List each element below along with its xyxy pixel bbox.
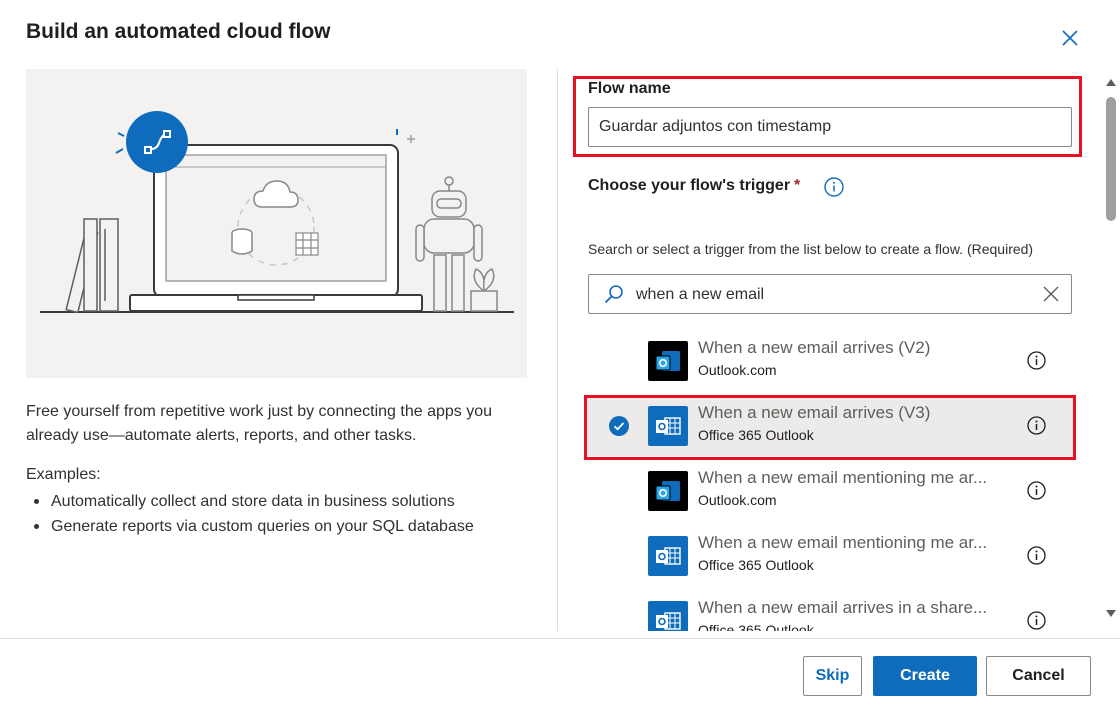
selected-check-icon bbox=[608, 415, 630, 437]
cancel-button[interactable]: Cancel bbox=[986, 656, 1091, 696]
scrollbar[interactable] bbox=[1103, 69, 1120, 631]
trigger-connector: Office 365 Outlook bbox=[698, 427, 814, 443]
office365-outlook-icon bbox=[648, 536, 688, 576]
info-icon[interactable] bbox=[823, 176, 845, 198]
trigger-name: When a new email mentioning me ar... bbox=[698, 468, 988, 487]
description-text: Free yourself from repetitive work just … bbox=[26, 403, 492, 444]
flow-name-input[interactable] bbox=[588, 107, 1072, 147]
scroll-down-arrow-icon[interactable] bbox=[1106, 610, 1116, 617]
trigger-name: When a new email arrives (V3) bbox=[698, 403, 931, 422]
example-item: Automatically collect and store data in … bbox=[26, 489, 474, 514]
trigger-item[interactable]: When a new email mentioning me ar... Out… bbox=[586, 461, 1074, 521]
office365-outlook-icon bbox=[648, 601, 688, 631]
footer-divider bbox=[0, 638, 1120, 639]
office365-outlook-icon bbox=[648, 406, 688, 446]
required-marker: * bbox=[794, 177, 801, 194]
trigger-connector: Outlook.com bbox=[698, 362, 777, 378]
trigger-label: Choose your flow's trigger * bbox=[588, 177, 800, 195]
search-icon bbox=[603, 284, 625, 306]
flow-name-label: Flow name bbox=[588, 80, 671, 97]
trigger-connector: Outlook.com bbox=[698, 492, 777, 508]
trigger-connector: Office 365 Outlook bbox=[698, 622, 814, 631]
trigger-search-box bbox=[588, 274, 1072, 314]
trigger-label-text: Choose your flow's trigger bbox=[588, 177, 791, 194]
dialog-title: Build an automated cloud flow bbox=[26, 20, 331, 43]
scroll-thumb[interactable] bbox=[1106, 97, 1116, 221]
trigger-connector: Office 365 Outlook bbox=[698, 557, 814, 573]
examples-heading: Examples: bbox=[26, 466, 101, 483]
example-item: Generate reports via custom queries on y… bbox=[26, 514, 474, 539]
trigger-helper-text: Search or select a trigger from the list… bbox=[588, 241, 1034, 257]
trigger-item-selected[interactable]: When a new email arrives (V3) Office 365… bbox=[586, 396, 1074, 456]
clear-search-icon[interactable] bbox=[1042, 285, 1060, 303]
trigger-info-icon[interactable] bbox=[1026, 350, 1047, 371]
trigger-info-icon[interactable] bbox=[1026, 480, 1047, 501]
trigger-item[interactable]: When a new email mentioning me ar... Off… bbox=[586, 526, 1074, 586]
trigger-info-icon[interactable] bbox=[1026, 610, 1047, 631]
flow-illustration bbox=[26, 69, 527, 378]
create-button[interactable]: Create bbox=[873, 656, 977, 696]
trigger-name: When a new email arrives (V2) bbox=[698, 338, 931, 357]
outlook-com-icon bbox=[648, 341, 688, 381]
trigger-search-input[interactable] bbox=[634, 283, 1028, 307]
close-icon[interactable] bbox=[1058, 26, 1082, 50]
trigger-pane: Flow name Choose your flow's trigger* Se… bbox=[570, 69, 1100, 631]
trigger-info-icon[interactable] bbox=[1026, 545, 1047, 566]
trigger-name: When a new email arrives in a share... bbox=[698, 598, 988, 617]
trigger-item[interactable]: When a new email arrives in a share... O… bbox=[586, 591, 1074, 631]
skip-button[interactable]: Skip bbox=[803, 656, 862, 696]
outlook-com-icon bbox=[648, 471, 688, 511]
trigger-item[interactable]: When a new email arrives (V2) Outlook.co… bbox=[586, 331, 1074, 391]
pane-divider bbox=[557, 69, 558, 631]
trigger-name: When a new email mentioning me ar... bbox=[698, 533, 988, 552]
trigger-info-icon[interactable] bbox=[1026, 415, 1047, 436]
examples-list: Automatically collect and store data in … bbox=[26, 489, 474, 539]
scroll-up-arrow-icon[interactable] bbox=[1106, 79, 1116, 86]
